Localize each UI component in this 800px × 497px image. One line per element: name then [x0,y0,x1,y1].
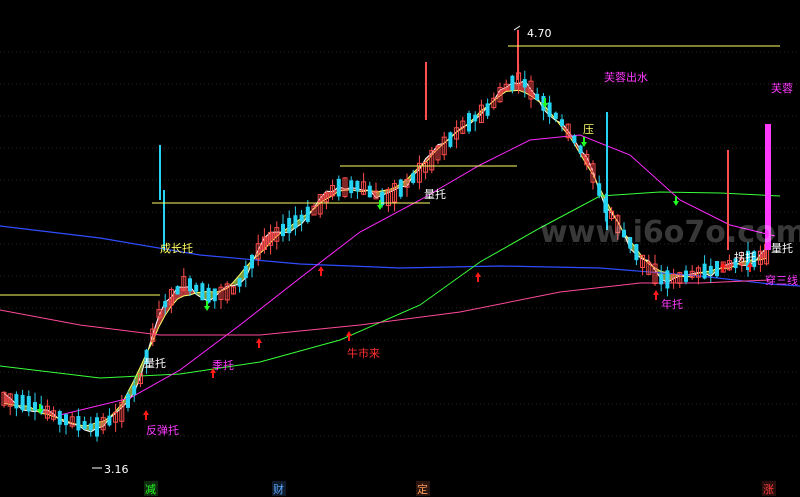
bottom-strip: 减 财 定 涨 [0,480,800,497]
candle-body [82,421,87,429]
candle-body [76,416,81,431]
signal-label-pressure: 压 [583,123,594,136]
candle-body [665,270,670,289]
candle-body [572,135,577,143]
candle-body [355,180,360,192]
signal-label-volume-1: 量托 [144,356,166,370]
candle-body [20,394,25,411]
candle-body [57,411,62,425]
candle-body [702,263,707,279]
signal-label-season: 季托 [212,358,234,372]
candle-body [107,415,112,426]
signal-label-three-lines: 穿三线 [765,273,798,287]
candle-body [287,218,292,234]
candle-body [448,132,453,147]
candle-body [510,75,515,91]
bottom-label-rise: 涨 [763,483,774,496]
candle-body [194,284,199,292]
candle-body [126,394,130,408]
candle-body [132,385,137,395]
candle-body [212,288,217,302]
signal-label-year: 年托 [661,297,683,311]
candle-body [250,254,254,269]
low-price-label: 3.16 [104,463,129,476]
candle-body [535,93,540,101]
candle-body [715,261,719,277]
candle-body [305,206,310,222]
candle-body [175,286,180,295]
candle-body [411,173,416,183]
candle-body [553,112,558,119]
candle-body [659,274,664,285]
candle-body [33,402,37,411]
signal-label-lotus: 芙蓉出水 [604,70,648,84]
candle-body [188,278,192,292]
candle-body [522,79,527,88]
signal-label-growth: 成长托 [160,241,193,255]
candle-body [336,178,341,197]
signal-label-turn: 拐托 [734,250,756,264]
signal-label-lotus-cut: 芙蓉 [771,81,793,95]
high-price-label: 4.70 [527,27,552,40]
signal-label-volume-2: 量托 [424,187,446,201]
candle-body [349,180,354,194]
candle-body [14,394,19,409]
bottom-label-finance: 财 [273,482,284,496]
candle-body [206,287,211,303]
candle-body [547,102,552,117]
candle-body [200,283,205,301]
candle-body [26,396,31,412]
candle-body [64,414,68,426]
candle-body [578,145,583,154]
candle-body [473,114,478,122]
candle-body [708,265,713,274]
candle-body [485,103,490,116]
watermark: www.i6o7o.com [540,215,800,250]
candle-body [88,423,93,431]
candle-body [293,215,298,229]
candle-body [299,214,304,222]
bottom-label-fix: 定 [417,482,428,496]
signal-label-bull: 牛市来 [347,346,380,360]
signal-label-rebound: 反弹托 [146,423,179,437]
candle-body [243,265,248,279]
candle-body [560,119,564,127]
candle-body [467,113,471,132]
candle-body [597,183,602,196]
candle-body [367,185,372,198]
candle-body [684,270,688,282]
candle-body [237,278,242,287]
candlestick-chart: 成长托 量托 反弹托 季托 牛市来 量托 芙蓉出水 压 芙蓉 量托 穿三线 年托… [0,0,800,497]
candle-body [398,179,403,197]
bottom-label-reduce: 减 [145,483,156,496]
candle-body [281,223,285,237]
candle-body [163,301,168,308]
candle-body [95,417,99,437]
